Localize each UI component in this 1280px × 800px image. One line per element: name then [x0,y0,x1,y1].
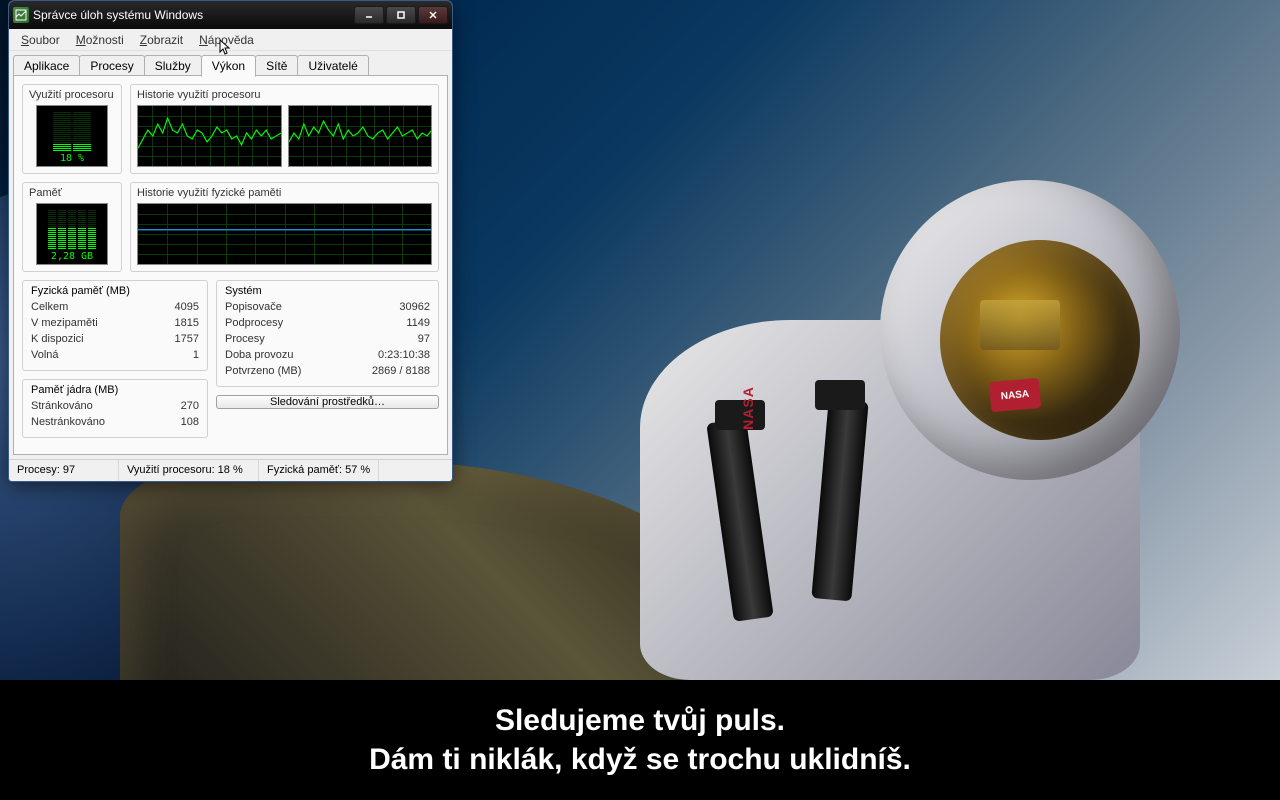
menu-help[interactable]: Nápověda [191,31,262,49]
tabbar: Aplikace Procesy Služby Výkon Sítě Uživa… [9,51,452,76]
cpu-history-chart-1 [288,105,433,167]
subtitle-line-1: Sledujeme tvůj puls. [495,701,785,740]
nasa-badge: NASA [989,378,1041,412]
minimize-button[interactable] [354,6,384,24]
system-handles: 30962 [399,300,430,316]
phys-mem-title: Fyzická paměť (MB) [31,285,199,297]
cpu-usage-box: Využití procesoru 18 % [22,84,122,174]
kernel-mem-title: Paměť jádra (MB) [31,384,199,396]
tab-networking[interactable]: Sítě [255,55,298,76]
system-uptime: 0:23:10:38 [378,348,430,364]
cpu-history-label: Historie využití procesoru [137,89,432,101]
phys-mem-avail: 1757 [175,332,199,348]
kernel-memory-box: Paměť jádra (MB) Stránkováno270 Nestránk… [22,379,208,438]
subtitle-line-2: Dám ti niklák, když se trochu uklidníš. [369,740,911,779]
system-title: Systém [225,285,430,297]
status-processes: Procesy: 97 [9,460,119,481]
maximize-button[interactable] [386,6,416,24]
menu-file[interactable]: Soubor [13,31,68,49]
kernel-nonpaged: 108 [181,415,199,431]
phys-mem-free: 1 [193,348,199,364]
memory-label: Paměť [29,187,115,199]
memory-value: 2,28 GB [51,251,93,262]
kernel-paged: 270 [181,399,199,415]
memory-box: Paměť 2,28 GB [22,182,122,272]
menubar: Soubor Možnosti Zobrazit Nápověda [9,29,452,51]
phys-mem-total: 4095 [175,300,199,316]
memory-history-box: Historie využití fyzické paměti [130,182,439,272]
system-box: Systém Popisovače30962 Podprocesy1149 Pr… [216,280,439,387]
task-manager-window[interactable]: Správce úloh systému Windows Soubor Možn… [8,0,453,482]
window-title: Správce úloh systému Windows [33,8,354,22]
memory-history-chart [137,203,432,265]
nasa-arm-badge: NASA [740,386,756,430]
status-cpu: Využití procesoru: 18 % [119,460,259,481]
cpu-percent: 18 % [60,153,84,164]
cpu-history-chart-0 [137,105,282,167]
status-memory: Fyzická paměť: 57 % [259,460,379,481]
performance-panel: Využití procesoru 18 % Historie využití … [13,76,448,455]
memory-gauge: 2,28 GB [36,203,108,265]
cpu-gauge: 18 % [36,105,108,167]
physical-memory-box: Fyzická paměť (MB) Celkem4095 V mezipamě… [22,280,208,371]
astronaut: NASA NASA [540,120,1240,680]
taskmgr-icon [13,7,29,23]
statusbar: Procesy: 97 Využití procesoru: 18 % Fyzi… [9,459,452,481]
system-commit: 2869 / 8188 [372,364,430,380]
movie-subtitle: Sledujeme tvůj puls. Dám ti niklák, když… [0,680,1280,800]
system-threads: 1149 [406,316,430,332]
system-processes: 97 [418,332,430,348]
tab-processes[interactable]: Procesy [79,55,144,76]
resource-monitor-button[interactable]: Sledování prostředků… [216,395,439,409]
menu-view[interactable]: Zobrazit [132,31,191,49]
menu-options[interactable]: Možnosti [68,31,132,49]
titlebar[interactable]: Správce úloh systému Windows [9,1,452,29]
close-button[interactable] [418,6,448,24]
cpu-usage-label: Využití procesoru [29,89,115,101]
tab-users[interactable]: Uživatelé [297,55,368,76]
tab-services[interactable]: Služby [144,55,202,76]
cpu-history-box: Historie využití procesoru [130,84,439,174]
tab-applications[interactable]: Aplikace [13,55,80,76]
memory-history-label: Historie využití fyzické paměti [137,187,432,199]
phys-mem-cached: 1815 [175,316,199,332]
tab-performance[interactable]: Výkon [201,55,256,77]
